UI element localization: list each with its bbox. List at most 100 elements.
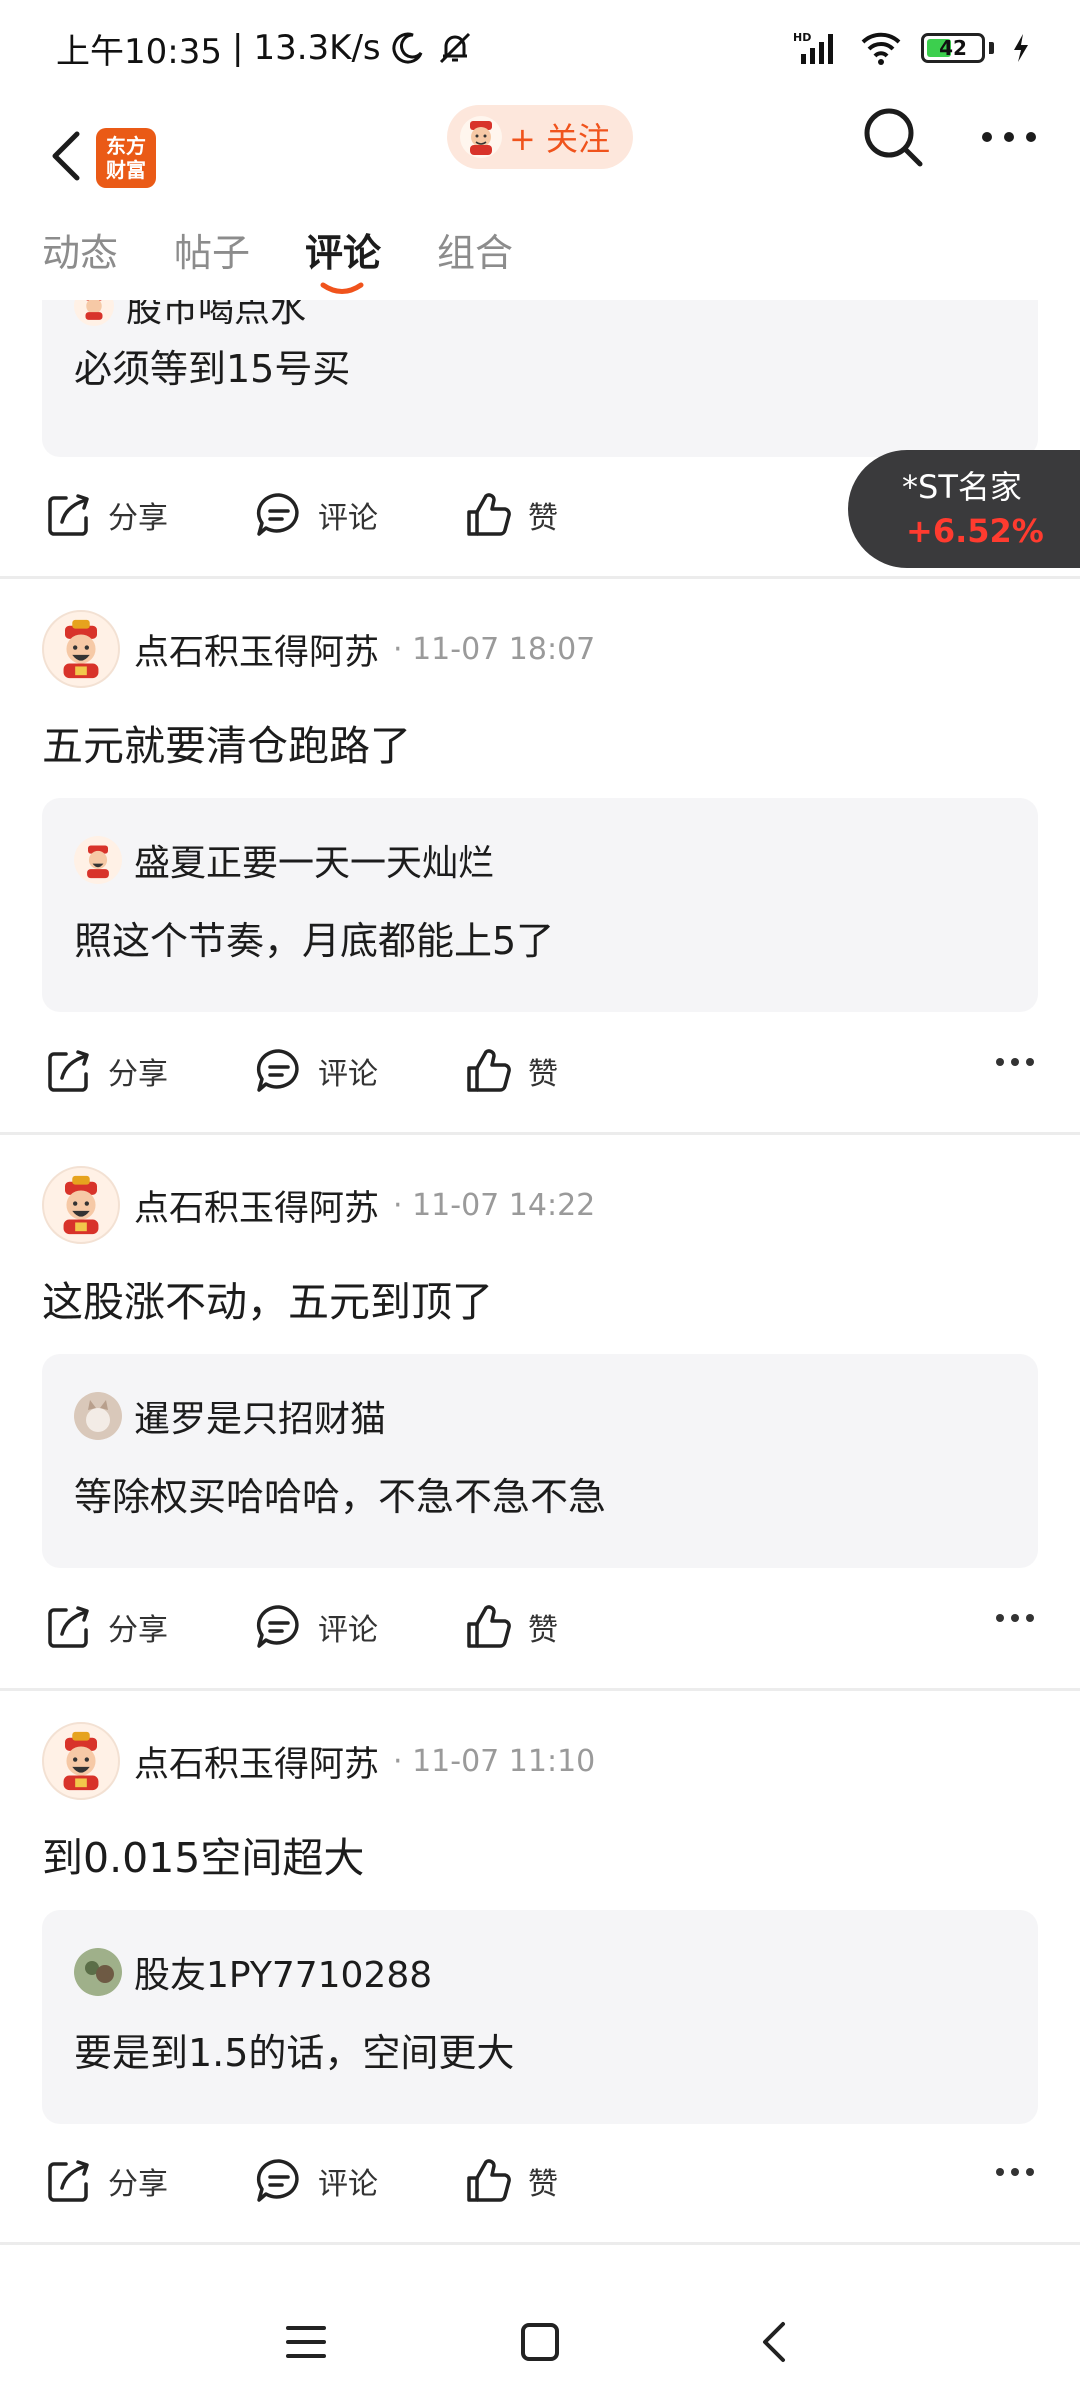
search-icon [864,108,923,167]
post-more-button[interactable] [996,1614,1034,1622]
comment-button[interactable]: 评论 [254,1602,378,1652]
tab-comments[interactable]: 评论 [305,222,381,277]
comment-icon [256,1605,299,1648]
quote-username[interactable]: 股市喝点水 [126,300,306,332]
status-left: 上午10:35 | 13.3K/s [56,24,475,73]
thumbs-up-icon [467,1049,511,1092]
back-button[interactable] [36,126,96,186]
battery-icon: 42 [921,33,985,63]
share-label: 分享 [108,1613,168,1648]
comment-label: 评论 [318,2167,378,2202]
quote-username[interactable]: 盛夏正要一天一天灿烂 [134,834,494,886]
stock-change: +6.52% [906,512,1044,550]
comment-button[interactable]: 评论 [254,2156,378,2206]
post-text: 五元就要清仓跑路了 [42,722,411,770]
follow-avatar-icon [460,116,502,158]
share-icon [48,494,89,536]
tab-posts[interactable]: 帖子 [174,222,250,277]
back-chevron-icon [763,2322,785,2362]
action-bar: 分享 评论 赞 [0,1028,1080,1118]
comment-button[interactable]: 评论 [254,1046,378,1096]
post-user-row: 点石积玉得阿苏 · 11-07 18:07 [42,610,595,688]
share-button[interactable]: 分享 [44,2156,168,2206]
stock-name: *ST名家 [902,468,1022,506]
quote-text: 等除权买哈哈哈，不急不急不急 [74,1475,607,1519]
recent-apps-button[interactable] [276,2312,336,2372]
quote-box[interactable]: 股市喝点水 必须等到15号买 [42,300,1038,457]
floating-stock-badge[interactable]: *ST名家 +6.52% [848,450,1080,568]
home-square-icon [521,2323,559,2361]
quote-box[interactable]: 盛夏正要一天一天灿烂 照这个节奏，月底都能上5了 [42,798,1038,1012]
quote-username[interactable]: 股友1PY7710288 [134,1946,432,1998]
post-time: · 11-07 14:22 [393,1187,596,1223]
quote-text: 照这个节奏，月底都能上5了 [74,919,555,963]
status-bar: 上午10:35 | 13.3K/s HD 42 [0,0,1080,96]
mute-bell-icon [439,32,470,64]
divider [0,576,1080,579]
search-button[interactable] [858,102,928,172]
comment-icon [256,1049,299,1092]
user-avatar[interactable] [42,1722,120,1800]
system-back-button[interactable] [744,2312,804,2372]
profile-tabs: 动态 帖子 评论 组合 [0,216,1080,300]
post-username[interactable]: 点石积玉得阿苏 [134,1180,379,1231]
comment-label: 评论 [318,1057,378,1092]
quote-text: 要是到1.5的话，空间更大 [74,2031,515,2075]
divider [0,1688,1080,1691]
action-bar: 分享 评论 赞 [0,2138,1080,2228]
status-separator: | [231,28,244,68]
charging-icon [1014,34,1028,62]
quote-user: 盛夏正要一天一天灿烂 [74,834,494,886]
caishen-avatar-icon [63,619,99,679]
follow-button[interactable]: + 关注 [447,105,633,169]
system-nav-bar [0,2270,1080,2400]
comment-feed: 股市喝点水 必须等到15号买 分享 评论 赞 点石积玉得阿苏 · 11-07 1… [0,300,1080,2270]
comment-label: 评论 [318,501,378,536]
tab-portfolio[interactable]: 组合 [437,222,513,277]
post-more-button[interactable] [996,1058,1034,1066]
battery-cap [989,42,994,54]
like-button[interactable]: 赞 [464,490,558,540]
wifi-icon [861,32,901,65]
like-label: 赞 [528,1613,558,1648]
menu-icon [286,2326,326,2358]
user-avatar[interactable] [42,1166,120,1244]
quote-user: 股友1PY7710288 [74,1946,432,1998]
status-time: 上午10:35 [56,31,222,72]
tab-dynamic[interactable]: 动态 [42,222,118,277]
logo-line2: 财富 [106,158,146,182]
quote-user: 股市喝点水 [74,300,306,332]
app-logo: 东方 财富 [96,128,156,188]
quote-box[interactable]: 暹罗是只招财猫 等除权买哈哈哈，不急不急不急 [42,1354,1038,1568]
quote-username[interactable]: 暹罗是只招财猫 [134,1390,386,1442]
post-username[interactable]: 点石积玉得阿苏 [134,624,379,675]
share-icon [48,1606,89,1648]
home-button[interactable] [510,2312,570,2372]
like-label: 赞 [528,1057,558,1092]
share-button[interactable]: 分享 [44,490,168,540]
post-user-row: 点石积玉得阿苏 · 11-07 14:22 [42,1166,595,1244]
comment-button[interactable]: 评论 [254,490,378,540]
share-button[interactable]: 分享 [44,1046,168,1096]
user-avatar [74,300,114,326]
quote-box[interactable]: 股友1PY7710288 要是到1.5的话，空间更大 [42,1910,1038,2124]
caishen-avatar-icon [63,1731,99,1791]
top-header: 东方 财富 + 关注 [0,96,1080,216]
battery-level: 42 [939,36,967,60]
post-username[interactable]: 点石积玉得阿苏 [134,1736,379,1787]
comment-label: 评论 [318,1613,378,1648]
post-more-button[interactable] [996,2168,1034,2176]
more-options-button[interactable] [974,102,1044,172]
cat-avatar-icon [74,1392,122,1440]
like-button[interactable]: 赞 [464,1602,558,1652]
svg-text:HD: HD [793,31,811,44]
share-label: 分享 [108,2167,168,2202]
thumbs-up-icon [467,493,511,536]
share-button[interactable]: 分享 [44,1602,168,1652]
user-avatar[interactable] [42,610,120,688]
like-button[interactable]: 赞 [464,2156,558,2206]
like-button[interactable]: 赞 [464,1046,558,1096]
post-text: 这股涨不动，五元到顶了 [42,1278,493,1326]
more-dots-icon [982,132,1036,142]
status-right: HD 42 [793,30,1030,66]
